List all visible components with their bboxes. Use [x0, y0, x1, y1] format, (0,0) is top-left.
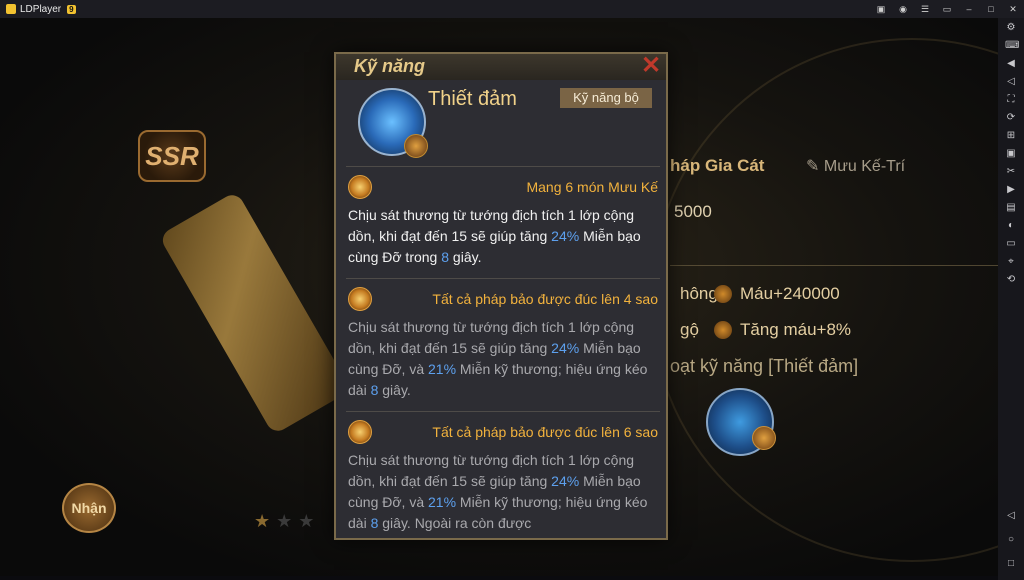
skill-tier-3: Tất cả pháp bảo được đúc lên 6 sao Chịu …	[346, 411, 660, 538]
stat-row-2-left: gộ	[680, 320, 699, 339]
tier-condition: Tất cả pháp bảo được đúc lên 6 sao	[432, 424, 658, 440]
volume-up-icon[interactable]: ◀	[1005, 58, 1017, 70]
app-name: LDPlayer	[20, 3, 62, 15]
app-logo: LDPlayer 9	[6, 4, 76, 15]
record-icon[interactable]: ▶	[1005, 184, 1017, 196]
tier-condition: Mang 6 món Mưu Kế	[526, 179, 658, 195]
condition-icon	[348, 287, 372, 311]
sync-icon[interactable]: ⟳	[1005, 112, 1017, 124]
version-badge: 9	[67, 4, 76, 14]
emulator-titlebar: LDPlayer 9 ▣ ◉ ☰ ▭ – □ ✕	[0, 0, 1024, 18]
tab-gia-cat[interactable]: háp Gia Cát	[670, 156, 764, 176]
tab-muu-ke[interactable]: ✎ Mưu Kế-Trí	[806, 156, 905, 176]
folder-icon[interactable]: ▭	[1005, 238, 1017, 250]
skill-tier-1: Mang 6 món Mưu Kế Chịu sát thương từ tướ…	[346, 166, 660, 278]
settings-icon[interactable]: ⚙	[1005, 22, 1017, 34]
scissors-icon[interactable]: ✂	[1005, 166, 1017, 178]
condition-icon	[348, 175, 372, 199]
stat-row-2-right: Tăng máu+8%	[714, 320, 851, 340]
stat-icon	[714, 321, 732, 339]
star-filled-icon: ★	[254, 511, 271, 531]
stat-icon	[714, 285, 732, 303]
android-nav: ◁ ○ □	[1005, 510, 1017, 570]
rotate-icon[interactable]: ⟲	[1005, 274, 1017, 286]
stat-row-1-right: Máu+240000	[714, 284, 840, 304]
pin-icon[interactable]: ▭	[942, 4, 952, 15]
window-controls: ▣ ◉ ☰ ▭ – □ ✕	[876, 0, 1018, 18]
recents-icon[interactable]: □	[1005, 558, 1017, 570]
sword-icon: ✎	[806, 158, 824, 175]
fullscreen-icon[interactable]: ⛶	[1005, 94, 1017, 106]
tier-description: Chịu sát thương từ tướng địch tích 1 lớp…	[348, 319, 648, 398]
dialog-header: Kỹ năng ✕	[336, 54, 666, 80]
scroll-artwork	[158, 190, 352, 436]
condition-icon	[348, 420, 372, 444]
skill-description-list[interactable]: Mang 6 món Mưu Kế Chịu sát thương từ tướ…	[346, 166, 660, 538]
menu-icon[interactable]: ☰	[920, 4, 930, 15]
stat-value: 5000	[674, 202, 712, 221]
tier-description: Chịu sát thương từ tướng địch tích 1 lớp…	[348, 207, 641, 265]
back-icon[interactable]: ◁	[1005, 510, 1017, 522]
stat-row-1-left: hông	[680, 284, 718, 303]
volume-down-icon[interactable]: ◁	[1005, 76, 1017, 88]
close-icon[interactable]: ✕	[640, 54, 662, 78]
dialog-title: Kỹ năng	[354, 56, 426, 76]
location-icon[interactable]: ⌖	[1005, 256, 1017, 268]
skill-name: Thiết đảm	[428, 88, 517, 110]
screenshot-icon[interactable]: ▣	[1005, 148, 1017, 160]
claim-button[interactable]: Nhận	[62, 483, 116, 533]
apk-install-icon[interactable]: ⊞	[1005, 130, 1017, 142]
ssr-badge: SSR	[138, 130, 206, 182]
star-empty-icon: ★	[276, 511, 293, 531]
emulator-sidebar: ⚙ ⌨ ◀ ◁ ⛶ ⟳ ⊞ ▣ ✂ ▶ ▤ ◐ ▭ ⌖ ⟲ ◁ ○ □	[998, 18, 1024, 580]
account-icon[interactable]: ◉	[898, 4, 908, 15]
star-rating: ★ ★ ★	[254, 512, 314, 530]
close-window-icon[interactable]: ✕	[1008, 4, 1018, 15]
shake-icon[interactable]: ◐	[1005, 220, 1017, 232]
tier-description: Chịu sát thương từ tướng địch tích 1 lớp…	[348, 452, 648, 531]
macro-icon[interactable]: ▤	[1005, 202, 1017, 214]
skill-badge-icon	[752, 426, 776, 450]
keyboard-icon[interactable]: ⌨	[1005, 40, 1019, 52]
home-icon[interactable]: ○	[1005, 534, 1017, 546]
minimize-icon[interactable]: –	[964, 4, 974, 14]
skill-dialog: Kỹ năng ✕ Thiết đảm Kỹ năng bộ Mang 6 mó…	[334, 52, 668, 540]
unlock-skill-text: oạt kỹ năng [Thiết đảm]	[670, 356, 859, 376]
skill-type-tag: Kỹ năng bộ	[560, 88, 652, 108]
gamepad-icon[interactable]: ▣	[876, 4, 886, 15]
tier-condition: Tất cả pháp bảo được đúc lên 4 sao	[432, 291, 658, 307]
ldplayer-logo-icon	[6, 4, 16, 14]
divider	[670, 265, 998, 266]
star-empty-icon: ★	[298, 511, 315, 531]
maximize-icon[interactable]: □	[986, 4, 996, 14]
skill-tier-2: Tất cả pháp bảo được đúc lên 4 sao Chịu …	[346, 278, 660, 411]
skill-badge-icon	[404, 134, 428, 158]
